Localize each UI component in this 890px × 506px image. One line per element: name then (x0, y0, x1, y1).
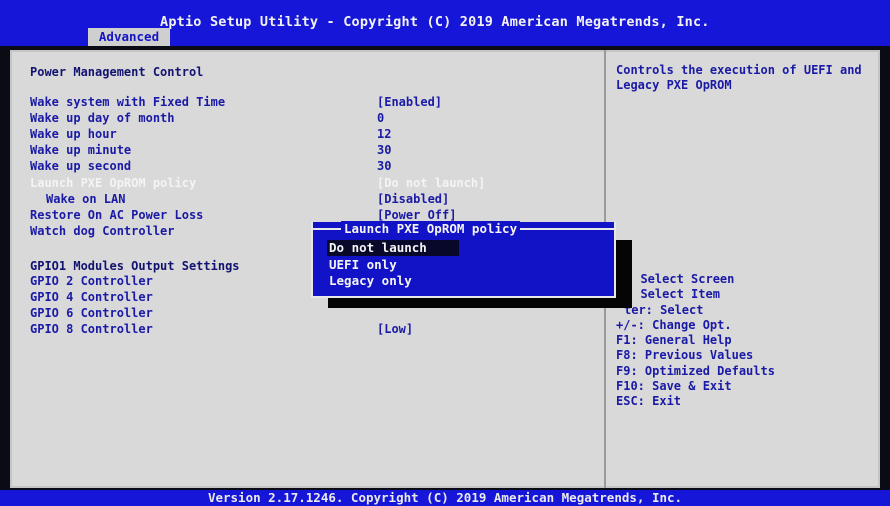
popup-title: Launch PXE OpROM policy (341, 221, 521, 237)
setting-label-wake-day[interactable]: Wake up day of month (30, 110, 175, 126)
setting-label-wake-minute[interactable]: Wake up minute (30, 142, 131, 158)
setting-value-wake-day[interactable]: 0 (377, 110, 384, 126)
pxe-policy-popup: Launch PXE OpROM policy Do not launch UE… (311, 221, 616, 298)
setting-label-wake-hour[interactable]: Wake up hour (30, 126, 117, 142)
tab-advanced[interactable]: Advanced (88, 28, 170, 46)
setting-value-wake-on-lan[interactable]: [Disabled] (377, 191, 449, 207)
setting-value-gpio8[interactable]: [Low] (377, 321, 413, 337)
gpio-section-title: GPIO1 Modules Output Settings (30, 259, 240, 273)
setting-label-watchdog[interactable]: Watch dog Controller (30, 223, 175, 239)
setting-value-wake-hour[interactable]: 12 (377, 126, 391, 142)
bios-screen: Aptio Setup Utility - Copyright (C) 2019… (0, 0, 890, 506)
key-general-help: F1: General Help (616, 333, 732, 348)
title-text: Aptio Setup Utility - Copyright (C) 2019… (160, 14, 710, 30)
setting-value-wake-fixed-time[interactable]: [Enabled] (377, 94, 442, 110)
popup-option-legacy-only[interactable]: Legacy only (329, 273, 412, 289)
setting-label-gpio6[interactable]: GPIO 6 Controller (30, 305, 153, 321)
footer-version: Version 2.17.1246. Copyright (C) 2019 Am… (0, 490, 890, 506)
key-select-screen: : Select Screen (626, 272, 735, 286)
setting-value-wake-second[interactable]: 30 (377, 158, 391, 174)
setting-value-pxe-policy[interactable]: [Do not launch] (377, 175, 485, 191)
setting-label-gpio4[interactable]: GPIO 4 Controller (30, 289, 153, 305)
setting-label-wake-fixed-time[interactable]: Wake system with Fixed Time (30, 94, 225, 110)
setting-label-gpio8[interactable]: GPIO 8 Controller (30, 321, 153, 337)
setting-label-pxe-policy[interactable]: Launch PXE OpROM policy (30, 175, 196, 191)
setting-label-gpio2[interactable]: GPIO 2 Controller (30, 273, 153, 289)
help-description: Controls the execution of UEFI and Legac… (616, 63, 862, 92)
key-exit: ESC: Exit (616, 394, 682, 409)
setting-label-wake-on-lan[interactable]: Wake on LAN (46, 191, 125, 207)
key-optimized-defaults: F9: Optimized Defaults (616, 363, 775, 378)
key-change-opt: +/-: Change Opt. (616, 317, 732, 332)
key-enter-select: ter: Select (624, 302, 704, 317)
setting-value-wake-minute[interactable]: 30 (377, 142, 391, 158)
title-bar: Aptio Setup Utility - Copyright (C) 2019… (0, 0, 890, 46)
setting-label-wake-second[interactable]: Wake up second (30, 158, 131, 174)
popup-option-do-not-launch[interactable]: Do not launch (327, 240, 459, 256)
key-previous-values: F8: Previous Values (616, 348, 754, 363)
key-legend: : Select Screen : Select Item ter: Selec… (616, 272, 775, 410)
key-save-exit: F10: Save & Exit (616, 379, 732, 394)
key-select-item: : Select Item (626, 287, 720, 302)
setting-label-restore-ac[interactable]: Restore On AC Power Loss (30, 207, 203, 223)
popup-option-uefi-only[interactable]: UEFI only (329, 257, 397, 273)
section-title: Power Management Control (30, 65, 204, 79)
